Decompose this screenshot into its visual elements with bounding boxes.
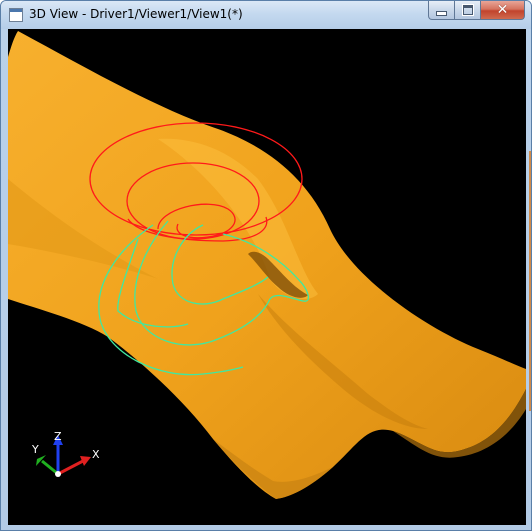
window-right-border[interactable]: [529, 151, 531, 411]
window-title: 3D View - Driver1/Viewer1/View1(*): [29, 7, 243, 21]
application-window: 3D View - Driver1/Viewer1/View1(*) ✕ Z X…: [0, 0, 532, 531]
minimize-button[interactable]: [428, 1, 455, 20]
y-axis: [41, 459, 59, 476]
x-axis: [57, 459, 84, 476]
title-bar[interactable]: 3D View - Driver1/Viewer1/View1(*) ✕: [1, 1, 531, 29]
caption-buttons: ✕: [428, 1, 525, 21]
axis-triad: Z X Y: [31, 430, 100, 477]
3d-viewport[interactable]: Z X Y: [8, 29, 526, 525]
maximize-button[interactable]: [455, 1, 481, 20]
minimize-icon: [436, 10, 447, 16]
axis-origin: [55, 471, 61, 477]
app-window-icon[interactable]: [9, 8, 23, 22]
close-icon: ✕: [496, 2, 509, 18]
z-axis-label: Z: [54, 430, 62, 443]
3d-scene: Z X Y: [8, 31, 526, 499]
maximize-icon: [461, 4, 474, 16]
x-axis-label: X: [92, 448, 100, 461]
close-button[interactable]: ✕: [481, 1, 525, 20]
y-axis-label: Y: [31, 443, 39, 456]
